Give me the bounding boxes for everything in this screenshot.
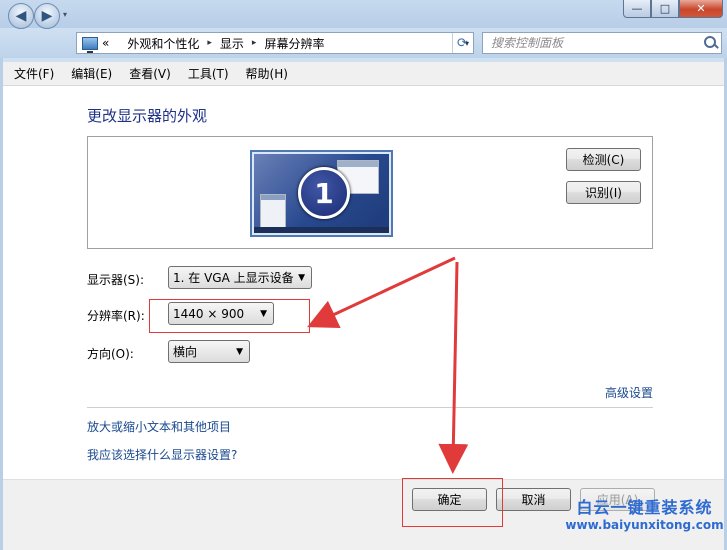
watermark-url: www.baiyunxitong.com [565, 518, 724, 532]
watermark-logo: 白云一键重装系统 [576, 498, 713, 517]
arrow-to-resolution [307, 256, 456, 328]
arrow-to-ok [438, 261, 469, 474]
watermark: 白云一键重装系统 www.baiyunxitong.com [562, 494, 727, 532]
annotation-arrows [307, 256, 469, 474]
